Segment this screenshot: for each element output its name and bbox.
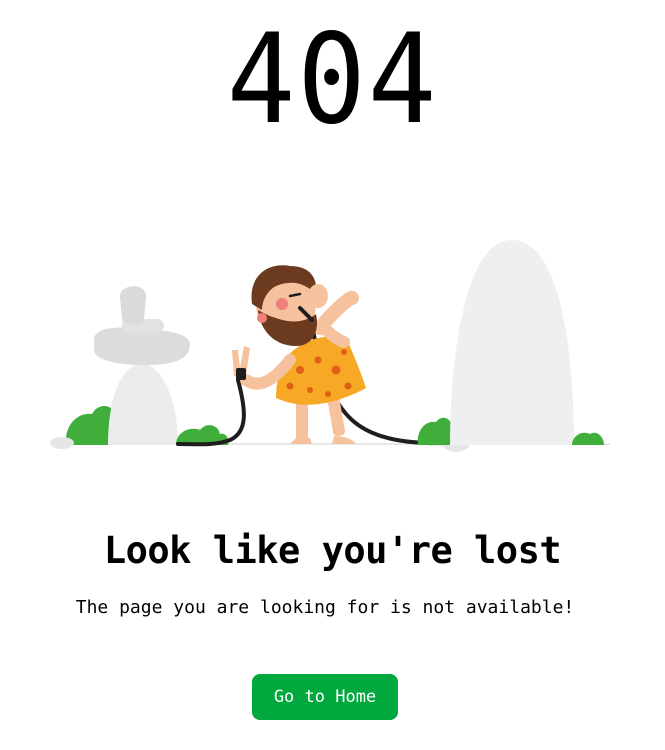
caveman-illustration (50, 240, 610, 452)
go-home-button[interactable]: Go to Home (252, 674, 398, 720)
error-code: 404 (226, 8, 439, 152)
small-rock-icon (50, 437, 74, 449)
far-right-bush-icon (572, 432, 604, 445)
caveman-icon (232, 265, 366, 444)
tall-rock-icon (450, 240, 574, 445)
right-bush-small-icon (417, 417, 455, 445)
page-headline: Look like you're lost (103, 529, 562, 572)
page-subtext: The page you are looking for is not avai… (75, 597, 575, 618)
